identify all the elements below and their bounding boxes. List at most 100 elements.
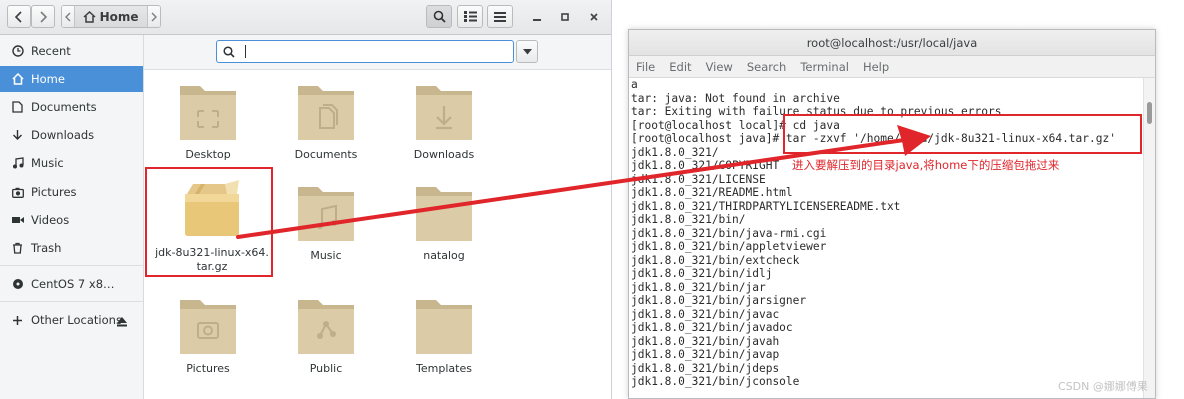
terminal-line: jdk1.8.0_321/bin/javadoc: [631, 321, 793, 334]
chevron-left-icon: [64, 12, 71, 21]
folder-icon: [416, 300, 472, 354]
sidebar-item-label: Videos: [31, 213, 70, 227]
folder-music-icon: [298, 187, 354, 241]
minimize-button[interactable]: [529, 9, 545, 25]
terminal-title: root@localhost:/usr/local/java: [629, 30, 1155, 56]
file-item-label: Music: [310, 249, 342, 262]
terminal-line: jdk1.8.0_321/bin/extcheck: [631, 253, 800, 267]
sidebar-item-downloads[interactable]: Downloads: [0, 122, 143, 148]
plus-icon: [11, 314, 24, 327]
folder-pictures-icon: [180, 300, 236, 354]
sidebar-item-recent[interactable]: Recent: [0, 38, 143, 64]
chevron-right-icon: [151, 12, 157, 21]
terminal-line: jdk1.8.0_321/bin/jdeps: [631, 361, 780, 375]
terminal-line: jdk1.8.0_321/bin/javac: [631, 307, 780, 321]
sidebar-separator: [0, 265, 143, 266]
terminal-scrollbar[interactable]: [1143, 78, 1155, 398]
search-icon: [223, 45, 235, 58]
sidebar-item-label: Pictures: [31, 185, 77, 199]
sidebar-item-music[interactable]: Music: [0, 150, 143, 176]
terminal-line: jdk1.8.0_321/README.html: [631, 186, 793, 199]
terminal-line: jdk1.8.0_321/bin/javah: [631, 334, 780, 348]
terminal-line: jdk1.8.0_321/THIRDPARTYLICENSEREADME.txt: [631, 199, 901, 213]
file-item-label: Downloads: [413, 148, 475, 161]
folder-documents-icon: [298, 86, 354, 140]
folder-downloads-icon: [416, 86, 472, 140]
path-home-crumb[interactable]: Home: [74, 6, 148, 27]
menu-terminal[interactable]: Terminal: [793, 60, 856, 74]
menu-button[interactable]: [487, 5, 513, 28]
download-icon: [11, 129, 24, 142]
menu-file[interactable]: File: [629, 60, 662, 74]
camera-icon: [11, 186, 24, 199]
sidebar-item-videos[interactable]: Videos: [0, 207, 143, 233]
search-toggle-button[interactable]: [426, 5, 452, 28]
sidebar-item-centos-disc[interactable]: CentOS 7 x8…: [0, 271, 143, 297]
sidebar-item-pictures[interactable]: Pictures: [0, 179, 143, 205]
path-home-label: Home: [99, 9, 139, 24]
file-item-pictures[interactable]: Pictures: [158, 294, 258, 390]
menu-search[interactable]: Search: [740, 60, 794, 74]
header-bar: Home: [0, 0, 611, 35]
folder-desktop-icon: [180, 86, 236, 140]
sidebar-item-label: Home: [31, 72, 65, 86]
terminal-line: a: [631, 78, 638, 91]
view-list-button[interactable]: [457, 5, 483, 28]
document-icon: [11, 101, 24, 114]
folder-icon: [416, 187, 472, 241]
trash-icon: [11, 242, 24, 255]
chevron-right-icon: [40, 10, 48, 23]
maximize-button[interactable]: [557, 9, 573, 25]
sidebar-item-home[interactable]: Home: [0, 66, 143, 92]
home-icon: [11, 73, 24, 86]
file-item-templates[interactable]: Templates: [394, 294, 494, 390]
minimize-icon: [533, 19, 541, 21]
file-item-downloads[interactable]: Downloads: [394, 80, 494, 176]
file-item-natalog[interactable]: natalog: [394, 181, 494, 277]
search-options-button[interactable]: [516, 40, 538, 63]
menu-help[interactable]: Help: [856, 60, 896, 74]
music-icon: [11, 157, 24, 170]
search-input[interactable]: [216, 40, 514, 63]
file-item-desktop[interactable]: Desktop: [158, 80, 258, 176]
menu-edit[interactable]: Edit: [662, 60, 698, 74]
close-button[interactable]: [586, 9, 602, 25]
close-icon: [590, 13, 598, 21]
sidebar-item-label: Music: [31, 156, 64, 170]
home-icon: [83, 10, 96, 23]
file-item-documents[interactable]: Documents: [276, 80, 376, 176]
sidebar-item-label: Trash: [31, 241, 62, 255]
path-left-button[interactable]: [62, 6, 75, 27]
terminal-line: jdk1.8.0_321/bin/: [631, 213, 746, 226]
file-item-label: Desktop: [185, 148, 231, 161]
disc-icon: [11, 278, 24, 291]
sidebar-item-label: Other Locations: [31, 313, 122, 327]
sidebar-item-other-locations[interactable]: Other Locations: [0, 307, 143, 333]
terminal-line: jdk1.8.0_321/bin/idlj: [631, 267, 773, 280]
sidebar-separator: [0, 301, 143, 302]
file-item-music[interactable]: Music: [276, 181, 376, 277]
menu-view[interactable]: View: [699, 60, 740, 74]
terminal-line: jdk1.8.0_321/bin/jar: [631, 280, 766, 294]
file-item-label: natalog: [423, 249, 465, 262]
file-item-label: Public: [309, 362, 343, 375]
forward-button[interactable]: [31, 5, 55, 28]
file-item-public[interactable]: Public: [276, 294, 376, 390]
path-right-button[interactable]: [147, 6, 160, 27]
sidebar-item-documents[interactable]: Documents: [0, 94, 143, 120]
terminal-line: jdk1.8.0_321/bin/javap: [631, 348, 780, 361]
back-button[interactable]: [7, 5, 31, 28]
terminal-line: tar: java: Not found in archive: [631, 91, 840, 105]
file-manager-window: Home Recent Home Documents Downloads Mus…: [0, 0, 612, 399]
path-bar: Home: [61, 5, 161, 28]
terminal-line: jdk1.8.0_321/bin/jarsigner: [631, 294, 807, 307]
annotation-text: 进入要解压到的目录java,将home下的压缩包拖过来: [792, 158, 1060, 172]
terminal-line: jdk1.8.0_321/LICENSE: [631, 172, 766, 186]
sidebar-item-trash[interactable]: Trash: [0, 235, 143, 261]
scrollbar-thumb[interactable]: [1147, 102, 1152, 124]
maximize-icon: [561, 13, 569, 21]
sidebar: Recent Home Documents Downloads Music Pi…: [0, 35, 144, 399]
sidebar-item-label: CentOS 7 x8…: [31, 277, 115, 291]
text-cursor: [245, 45, 246, 58]
file-item-label: Templates: [416, 362, 472, 375]
